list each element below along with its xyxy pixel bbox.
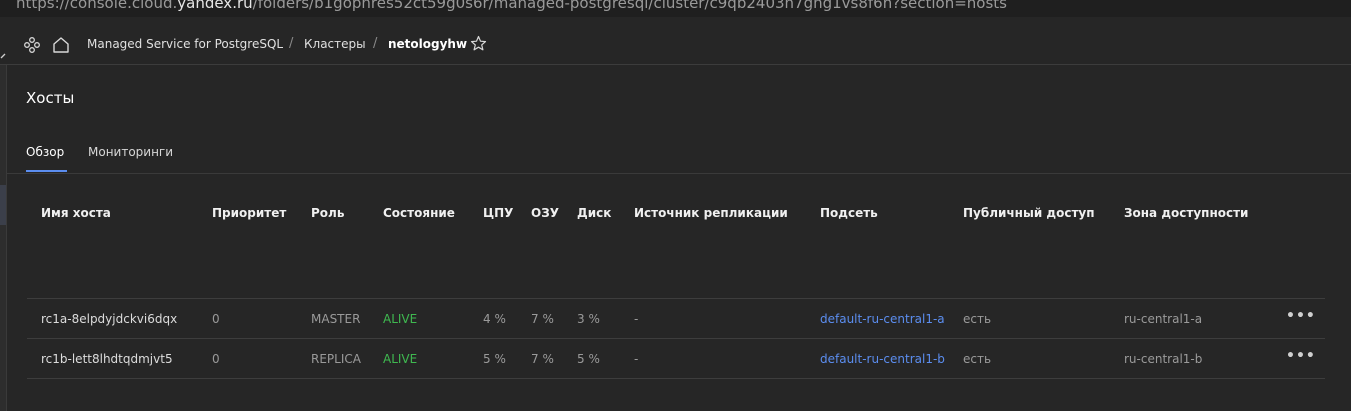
table-bottom-border xyxy=(27,378,1325,379)
cell-state: ALIVE xyxy=(383,352,418,366)
cell-zone: ru-central1-b xyxy=(1124,352,1203,366)
tab-monitoring[interactable]: Мониторинги xyxy=(88,145,173,159)
address-url[interactable]: https://console.cloud.yandex.ru/folders/… xyxy=(16,0,1007,12)
cell-cpu: 4 % xyxy=(483,312,506,326)
cell-ram: 7 % xyxy=(531,312,554,326)
services-icon[interactable] xyxy=(23,36,41,58)
url-prefix: https://console.cloud. xyxy=(16,0,178,12)
cell-ram: 7 % xyxy=(531,352,554,366)
column-header-public-access[interactable]: Публичный доступ xyxy=(963,206,1095,220)
top-navigation: Managed Service for PostgreSQL / Кластер… xyxy=(0,17,1351,65)
breadcrumb-service[interactable]: Managed Service for PostgreSQL xyxy=(87,37,283,51)
main-content: Хосты Обзор Мониторинги Имя хоста Приори… xyxy=(7,65,1351,411)
browser-address-bar[interactable]: https://console.cloud.yandex.ru/folders/… xyxy=(0,0,1351,17)
cell-host: rc1b-lett8lhdtqdmjvt5 xyxy=(41,352,173,366)
column-header-role[interactable]: Роль xyxy=(311,206,344,220)
page-title: Хосты xyxy=(26,89,75,107)
cell-priority: 0 xyxy=(212,352,220,366)
table-row[interactable]: rc1a-8elpdyjdckvi6dqx 0 MASTER ALIVE 4 %… xyxy=(27,298,1325,339)
star-icon[interactable] xyxy=(470,35,487,56)
cell-disk: 3 % xyxy=(577,312,600,326)
cell-disk: 5 % xyxy=(577,352,600,366)
cell-state: ALIVE xyxy=(383,312,418,326)
column-header-replication-source[interactable]: Источник репликации xyxy=(634,206,788,220)
active-tab-indicator xyxy=(26,170,67,172)
cell-subnet-link[interactable]: default-ru-central1-b xyxy=(820,352,945,366)
home-icon[interactable] xyxy=(52,36,70,58)
column-header-state[interactable]: Состояние xyxy=(383,206,455,220)
breadcrumb-separator: / xyxy=(373,36,378,51)
column-header-cpu[interactable]: ЦПУ xyxy=(483,206,513,220)
tab-overview[interactable]: Обзор xyxy=(26,145,64,159)
column-header-zone[interactable]: Зона доступности xyxy=(1124,206,1248,220)
table-row[interactable]: rc1b-lett8lhdtqdmjvt5 0 REPLICA ALIVE 5 … xyxy=(27,338,1325,379)
row-actions-menu-icon[interactable]: ••• xyxy=(1286,308,1316,324)
cell-priority: 0 xyxy=(212,312,220,326)
cell-role: REPLICA xyxy=(311,352,361,366)
cell-subnet-link[interactable]: default-ru-central1-a xyxy=(820,312,945,326)
cell-replication-source: - xyxy=(634,312,639,326)
cell-host: rc1a-8elpdyjdckvi6dqx xyxy=(41,312,178,326)
breadcrumb-cluster: netologyhw xyxy=(388,37,468,51)
left-sidebar-rail xyxy=(0,65,7,411)
column-header-subnet[interactable]: Подсеть xyxy=(820,206,878,220)
cell-zone: ru-central1-a xyxy=(1124,312,1203,326)
url-path: /folders/b1gophres52ct59g0s6r/managed-po… xyxy=(252,0,1007,12)
cell-public-access: есть xyxy=(963,352,992,366)
sidebar-active-marker xyxy=(0,185,6,225)
breadcrumb-clusters[interactable]: Кластеры xyxy=(304,37,366,51)
cell-replication-source: - xyxy=(634,352,639,366)
column-header-ram[interactable]: ОЗУ xyxy=(531,206,559,220)
column-header-host[interactable]: Имя хоста xyxy=(41,206,111,220)
column-header-priority[interactable]: Приоритет xyxy=(212,206,286,220)
row-actions-menu-icon[interactable]: ••• xyxy=(1286,348,1316,364)
cell-public-access: есть xyxy=(963,312,992,326)
breadcrumb-separator: / xyxy=(289,36,294,51)
cell-cpu: 5 % xyxy=(483,352,506,366)
cell-role: MASTER xyxy=(311,312,361,326)
tabs-divider xyxy=(7,173,1351,174)
url-domain: yandex.ru xyxy=(177,0,253,12)
column-header-disk[interactable]: Диск xyxy=(577,206,611,220)
